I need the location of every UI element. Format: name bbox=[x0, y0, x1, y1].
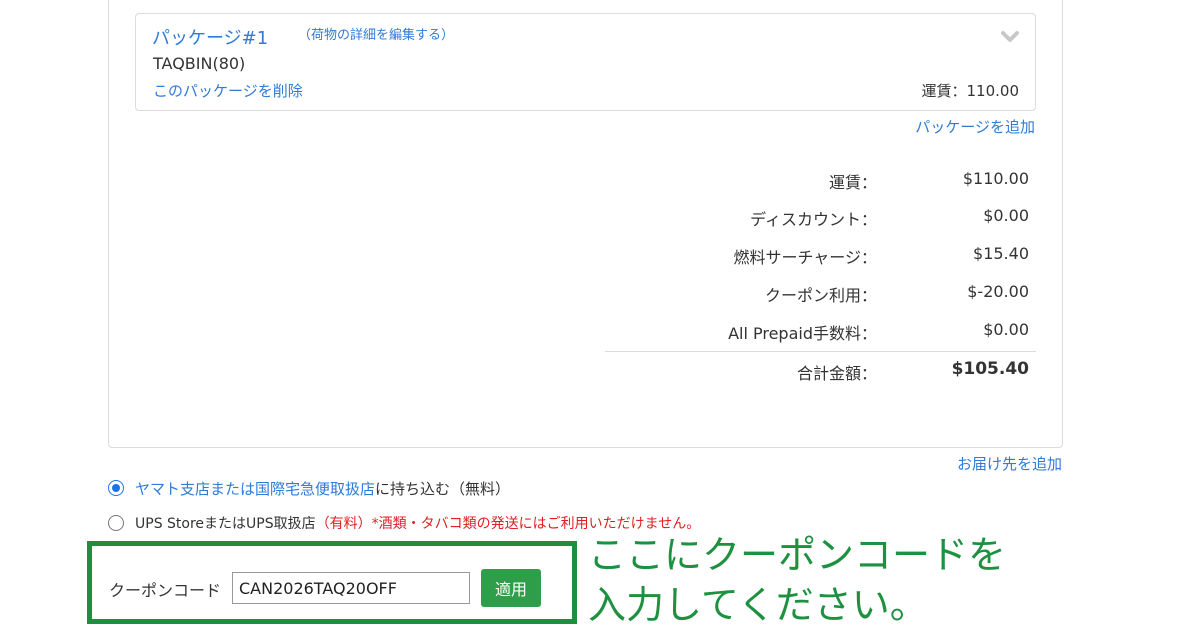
summary-label-discount: ディスカウント： bbox=[750, 210, 877, 229]
coupon-callout: ここにクーポンコードを 入力してください。 bbox=[588, 530, 1006, 630]
summary-label-coupon: クーポン利用： bbox=[764, 286, 877, 305]
summary-label-total: 合計金額： bbox=[796, 364, 877, 383]
delete-package-link[interactable]: このパッケージを削除 bbox=[153, 80, 303, 101]
summary-value-fare: $110.00 bbox=[962, 169, 1029, 188]
summary-label-fuel-surcharge: 燃料サーチャージ： bbox=[733, 248, 877, 267]
add-package-link[interactable]: パッケージを追加 bbox=[915, 116, 1035, 137]
callout-line-1: ここにクーポンコードを bbox=[588, 533, 1007, 577]
package-fare: 運賃：110.00 bbox=[921, 82, 1020, 100]
summary-value-total: $105.40 bbox=[951, 359, 1029, 379]
radio-yamato-dropoff[interactable] bbox=[108, 480, 124, 496]
radio-ups-dropoff[interactable] bbox=[108, 515, 124, 531]
callout-line-2: 入力してください。 bbox=[588, 583, 928, 627]
package-title-link[interactable]: パッケージ#1 bbox=[152, 24, 268, 50]
summary-label-prepaid-fee: All Prepaid手数料： bbox=[728, 324, 877, 343]
summary-divider bbox=[605, 351, 1036, 352]
coupon-label: クーポンコード bbox=[109, 581, 222, 600]
package-service: TAQBIN(80) bbox=[153, 54, 246, 73]
chevron-down-icon[interactable] bbox=[1001, 29, 1019, 43]
add-destination-link[interactable]: お届け先を追加 bbox=[957, 453, 1062, 474]
yamato-branch-link[interactable]: ヤマト支店または国際宅急便取扱店 bbox=[135, 480, 375, 498]
option-yamato-label: ヤマト支店または国際宅急便取扱店に持ち込む（無料） bbox=[135, 480, 511, 498]
summary-value-prepaid-fee: $0.00 bbox=[983, 320, 1029, 339]
summary-value-coupon: $-20.00 bbox=[967, 282, 1029, 301]
edit-package-details-link[interactable]: （荷物の詳細を編集する） bbox=[298, 24, 454, 43]
summary-label-fare: 運賃： bbox=[828, 173, 877, 192]
summary-value-fuel-surcharge: $15.40 bbox=[973, 244, 1029, 263]
summary-value-discount: $0.00 bbox=[983, 206, 1029, 225]
coupon-code-input[interactable] bbox=[232, 572, 470, 604]
apply-coupon-button[interactable]: 適用 bbox=[481, 569, 541, 607]
